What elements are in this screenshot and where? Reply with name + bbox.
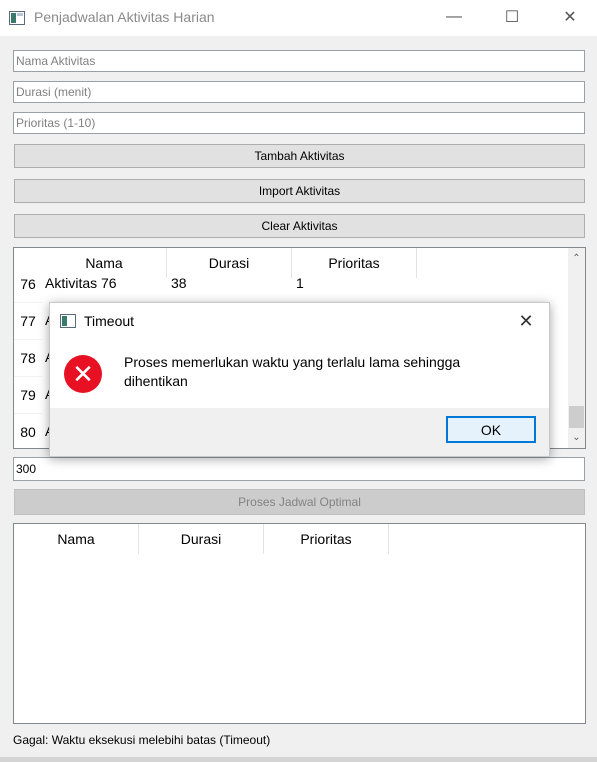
minimize-button[interactable]: — (431, 0, 477, 34)
table-cell-duration[interactable]: 38 (171, 275, 187, 291)
error-icon: ✕ (64, 355, 102, 393)
maximize-button[interactable]: ☐ (489, 0, 535, 34)
row-number[interactable]: 80 (14, 414, 42, 448)
result-table[interactable]: Nama Durasi Prioritas (13, 523, 586, 724)
table-cell-priority[interactable]: 1 (296, 275, 304, 291)
close-button[interactable]: ✕ (547, 0, 593, 34)
row-number[interactable]: 76 (14, 266, 42, 303)
row-number[interactable]: 79 (14, 377, 42, 414)
dialog-title-bar: Timeout ✕ (50, 303, 549, 338)
dialog-close-button[interactable]: ✕ (509, 307, 543, 335)
priority-input[interactable] (13, 112, 585, 134)
dialog-message: Proses memerlukan waktu yang terlalu lam… (124, 354, 461, 389)
row-number[interactable]: 77 (14, 303, 42, 340)
scroll-up-icon[interactable]: ⌃ (568, 250, 585, 267)
add-activity-button[interactable]: Tambah Aktivitas (14, 144, 585, 168)
result-header-nama[interactable]: Nama (14, 524, 139, 554)
column-header-durasi[interactable]: Durasi (167, 248, 292, 278)
duration-input[interactable] (13, 81, 585, 103)
result-header-prioritas[interactable]: Prioritas (264, 524, 389, 554)
column-header-prioritas[interactable]: Prioritas (292, 248, 417, 278)
window-title: Penjadwalan Aktivitas Harian (34, 9, 215, 25)
vertical-scrollbar[interactable]: ⌃ ⌄ (568, 248, 585, 448)
dialog-app-icon (60, 314, 76, 328)
time-limit-input[interactable] (13, 457, 585, 481)
result-header-durasi[interactable]: Durasi (139, 524, 264, 554)
table-cell-name[interactable]: Aktivitas 76 (45, 275, 117, 291)
ok-button[interactable]: OK (446, 416, 536, 443)
activity-name-input[interactable] (13, 50, 585, 72)
app-icon (9, 11, 25, 25)
timeout-dialog: Timeout ✕ ✕ Proses memerlukan waktu yang… (49, 302, 550, 457)
status-text: Gagal: Waktu eksekusi melebihi batas (Ti… (13, 733, 271, 747)
dialog-title: Timeout (84, 313, 135, 329)
scrollbar-thumb[interactable] (569, 406, 584, 428)
clear-activity-button[interactable]: Clear Aktivitas (14, 214, 585, 238)
column-header-nama[interactable]: Nama (42, 248, 167, 278)
bottom-edge (0, 757, 597, 762)
scroll-down-icon[interactable]: ⌄ (568, 429, 585, 446)
dialog-body: ✕ Proses memerlukan waktu yang terlalu l… (50, 338, 549, 408)
import-activity-button[interactable]: Import Aktivitas (14, 179, 585, 203)
process-schedule-button[interactable]: Proses Jadwal Optimal (14, 489, 585, 515)
row-number[interactable]: 78 (14, 340, 42, 377)
title-bar: Penjadwalan Aktivitas Harian — ☐ ✕ (0, 0, 597, 36)
